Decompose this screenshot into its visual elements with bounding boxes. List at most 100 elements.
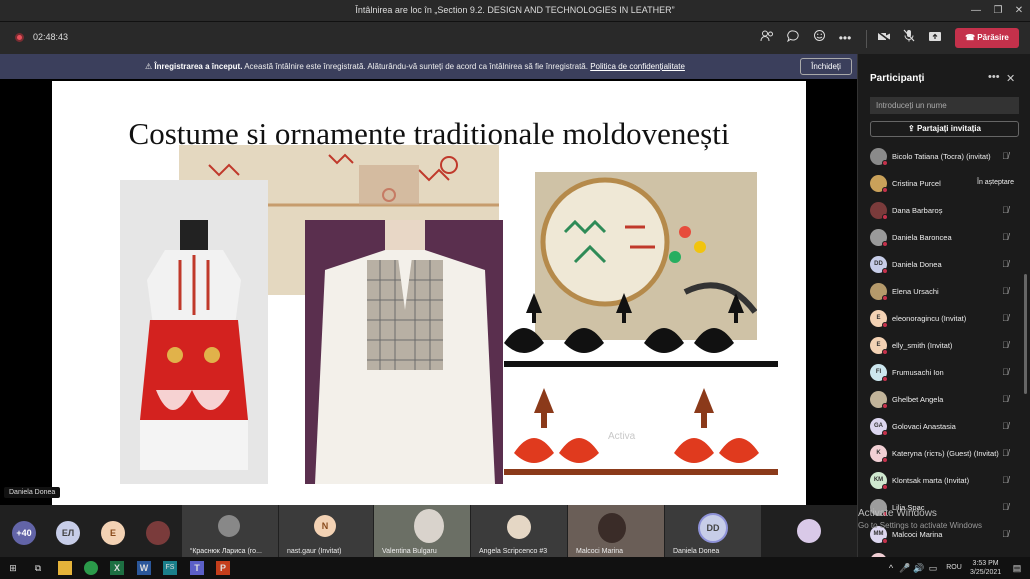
video-gallery: +40 ЕЛ E “Краснюк Лариса (го... N nast.g… <box>0 505 857 557</box>
video-tile[interactable]: N nast.gaur (Invitat) <box>279 505 373 557</box>
mic-muted-icon: 🎙̸ <box>1002 151 1009 161</box>
participant-avatar: E <box>870 310 888 328</box>
participant-row[interactable]: KM Klontsak marta (Invitat) 🎙̸ <box>858 467 1030 494</box>
mic-muted-icon: 🎙̸ <box>1002 340 1009 350</box>
participant-name: Frumusachi Ion <box>892 368 944 377</box>
presence-status-dot <box>882 376 888 382</box>
maximize-icon[interactable]: ❐ <box>987 3 1009 19</box>
toolbar-divider <box>866 30 867 48</box>
share-invite-button[interactable]: ⇪ Partajați invitația <box>870 121 1019 137</box>
presence-status-dot <box>882 160 888 166</box>
participant-avatar <box>507 515 531 539</box>
task-view-icon[interactable]: ⧉ <box>31 561 45 575</box>
close-panel-icon[interactable]: ✕ <box>1006 72 1015 85</box>
reactions-icon[interactable] <box>809 28 829 48</box>
participants-icon[interactable] <box>757 28 777 48</box>
chat-icon[interactable] <box>783 28 803 48</box>
minimize-icon[interactable]: — <box>965 3 987 19</box>
windows-start-icon[interactable]: ⊞ <box>6 561 20 575</box>
video-tile[interactable]: “Краснюк Лариса (го... <box>182 505 278 557</box>
volume-icon[interactable]: 🔊 <box>912 561 926 575</box>
panel-more-icon[interactable]: ••• <box>988 71 1000 83</box>
slide-watermark: Activa <box>608 431 636 442</box>
network-icon[interactable]: ▭ <box>926 561 940 575</box>
tile-name: Angela Scripcenco #3 <box>479 548 548 555</box>
mic-muted-icon: 🎙̸ <box>1002 205 1009 215</box>
chrome-icon[interactable] <box>84 561 98 575</box>
file-explorer-icon[interactable] <box>58 561 72 575</box>
leave-button[interactable]: ☎ Părăsire <box>955 28 1019 48</box>
mic-muted-icon: 🎙̸ <box>1002 286 1009 296</box>
participant-row[interactable]: DD Daniela Donea 🎙̸ <box>858 251 1030 278</box>
participant-name: Elena Ursachi <box>892 287 939 296</box>
more-participants-button[interactable]: +40 <box>12 521 36 545</box>
mic-off-icon[interactable] <box>899 28 919 48</box>
taskbar-clock[interactable]: 3:53 PM 3/25/2021 <box>970 559 1001 577</box>
participant-photo-avatar[interactable] <box>797 519 821 543</box>
recording-banner: ⚠ Înregistrarea a început. Această întâl… <box>0 54 857 79</box>
mic-muted-icon: 🎙̸ <box>1002 232 1009 242</box>
participants-panel: Participanți ••• ✕ ⇪ Partajați invitația… <box>857 54 1030 571</box>
participant-avatar: KM <box>870 472 888 490</box>
share-invite-label: Partajați invitația <box>916 124 981 133</box>
participant-row[interactable]: K Kateryna (гість) (Guest) (Invitat) 🎙̸ <box>858 440 1030 467</box>
share-screen-icon[interactable] <box>925 28 945 48</box>
activation-watermark-line2: Go to Settings to activate Windows <box>858 521 983 530</box>
leave-label: Părăsire <box>977 33 1009 42</box>
language-indicator[interactable]: ROU <box>944 561 964 575</box>
participant-avatar <box>870 175 888 193</box>
participant-avatar[interactable]: E <box>101 521 125 545</box>
dismiss-banner-button[interactable]: Închideți <box>800 58 852 75</box>
tray-chevron-icon[interactable]: ^ <box>884 561 898 575</box>
black-ornament-image <box>504 283 778 373</box>
presence-status-dot <box>882 484 888 490</box>
tile-name: Daniela Donea <box>673 548 720 555</box>
camera-off-icon[interactable] <box>874 28 894 48</box>
participant-video <box>414 509 444 543</box>
notifications-icon[interactable]: ▤ <box>1010 561 1024 575</box>
share-icon: ⇪ <box>908 124 917 133</box>
participant-avatar: K <box>870 445 888 463</box>
speaker-name-badge: Daniela Donea <box>4 487 61 498</box>
word-icon[interactable]: W <box>137 561 151 575</box>
tile-name: Valentina Bulgaru <box>382 548 437 555</box>
participant-row[interactable]: Ghelbet Angela 🎙̸ <box>858 386 1030 413</box>
video-tile[interactable]: Angela Scripcenco #3 <box>471 505 567 557</box>
participant-name: Cristina Purcel <box>892 179 941 188</box>
participant-row[interactable]: FI Frumusachi Ion 🎙̸ <box>858 359 1030 386</box>
participant-name: Dana Barbaroș <box>892 206 943 215</box>
participant-photo-avatar[interactable] <box>146 521 170 545</box>
powerpoint-icon[interactable]: P <box>216 561 230 575</box>
window-titlebar: Întâlnirea are loc în „Section 9.2. DESI… <box>0 0 1030 22</box>
participant-row[interactable]: Cristina Purcel În așteptare <box>858 170 1030 197</box>
participant-avatar: FI <box>870 364 888 382</box>
app-icon[interactable]: FS <box>163 561 177 575</box>
participant-avatar <box>218 515 240 537</box>
participant-name: Daniela Donea <box>892 260 942 269</box>
presentation-slide: Costume și ornamente tradiționale moldov… <box>52 81 806 505</box>
video-tile[interactable]: Valentina Bulgaru <box>374 505 470 557</box>
panel-scrollbar[interactable] <box>1024 274 1027 394</box>
participant-row[interactable]: Daniela Baroncea 🎙̸ <box>858 224 1030 251</box>
teams-icon[interactable]: T <box>190 561 204 575</box>
tile-name: “Краснюк Лариса (го... <box>190 548 262 555</box>
participant-search-input[interactable] <box>870 97 1019 114</box>
video-tile[interactable]: Malcoci Marina <box>568 505 664 557</box>
participant-row[interactable]: GA Golovaci Anastasia 🎙̸ <box>858 413 1030 440</box>
participant-row[interactable]: Elena Ursachi 🎙̸ <box>858 278 1030 305</box>
participant-name: Daniela Baroncea <box>892 233 952 242</box>
participant-name: Ghelbet Angela <box>892 395 944 404</box>
excel-icon[interactable]: X <box>110 561 124 575</box>
participant-avatar[interactable]: ЕЛ <box>56 521 80 545</box>
participant-name: Malcoci Marina <box>892 530 943 539</box>
privacy-link[interactable]: Politica de confidențialitate <box>590 62 685 71</box>
participant-row[interactable]: Dana Barbaroș 🎙̸ <box>858 197 1030 224</box>
mic-muted-icon: 🎙̸ <box>1002 448 1009 458</box>
participant-row[interactable]: Eelly_smith (Invitat) 🎙̸ <box>858 332 1030 359</box>
participant-row[interactable]: Bicolo Tatiana (Tocra) (invitat) 🎙̸ <box>858 143 1030 170</box>
participant-row[interactable]: Eeleonoragincu (Invitat) 🎙̸ <box>858 305 1030 332</box>
mic-tray-icon[interactable]: 🎤 <box>898 561 912 575</box>
video-tile[interactable]: DD Daniela Donea <box>665 505 761 557</box>
more-options-icon[interactable]: ••• <box>835 28 855 48</box>
close-window-icon[interactable]: ✕ <box>1008 3 1030 19</box>
